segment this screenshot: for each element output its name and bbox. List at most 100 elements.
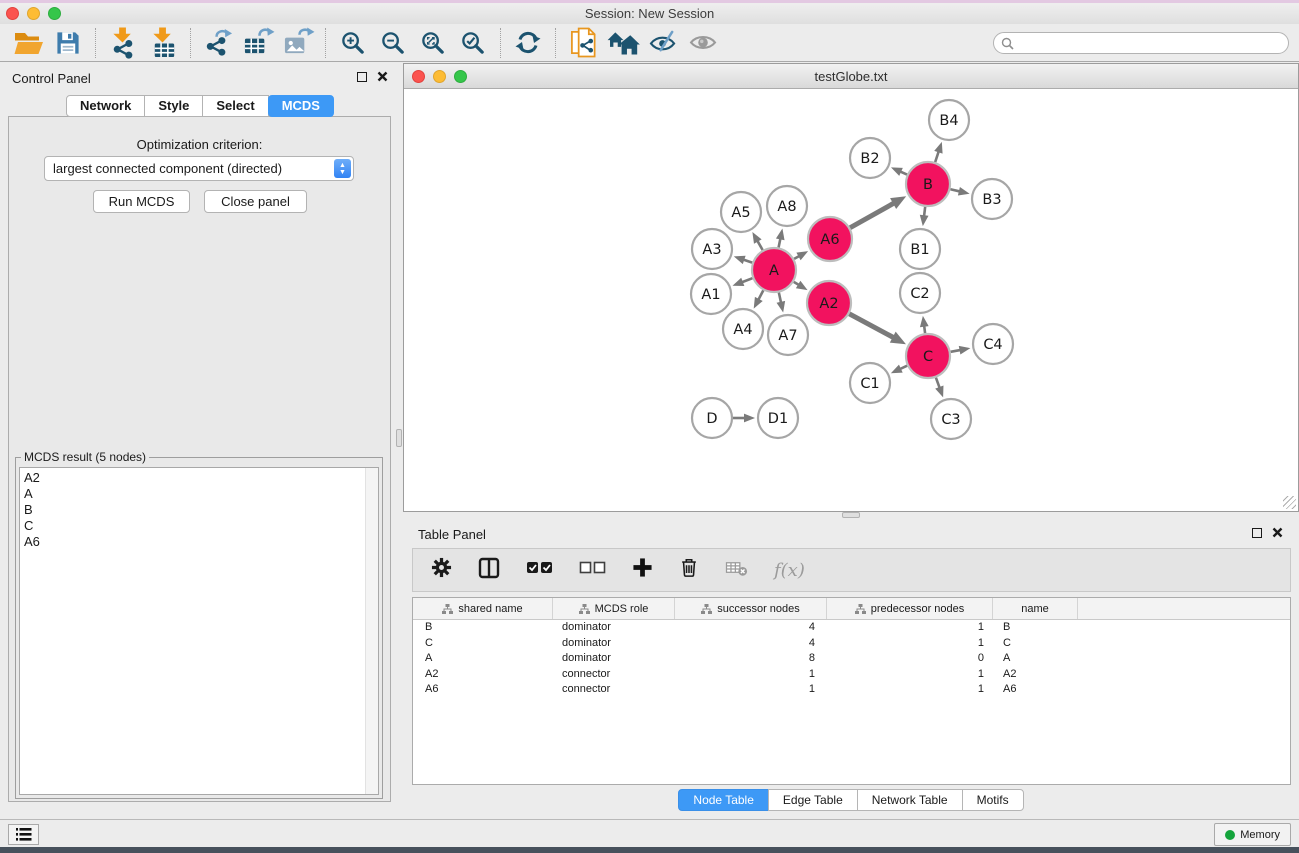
criterion-dropdown[interactable]: largest connected component (directed) ▲…	[44, 156, 354, 181]
split-columns-icon[interactable]	[478, 557, 500, 584]
table-cell[interactable]: 1	[827, 620, 993, 636]
resize-grip[interactable]	[1283, 496, 1296, 509]
table-cell[interactable]: 1	[827, 636, 993, 652]
graph-node-label: B2	[860, 151, 879, 167]
network-canvas[interactable]: B4B2BB3A5A8A6B1A3AA1C2A2A4A7C4CC1C3DD1	[404, 89, 1298, 511]
memory-button[interactable]: Memory	[1214, 823, 1291, 846]
delete-table-icon[interactable]	[725, 558, 748, 583]
tab-network[interactable]: Network	[66, 95, 145, 117]
table-cell[interactable]: 4	[675, 636, 827, 652]
table-cell[interactable]: dominator	[553, 620, 675, 636]
table-cell[interactable]: 1	[827, 682, 993, 698]
table-cell[interactable]: A6	[993, 682, 1078, 698]
result-list-item[interactable]: B	[20, 502, 378, 518]
settings-gear-icon[interactable]	[431, 557, 452, 583]
tab-node-table[interactable]: Node Table	[678, 789, 769, 811]
column-header-successor-nodes[interactable]: successor nodes	[675, 598, 827, 619]
table-cell[interactable]: connector	[553, 682, 675, 698]
function-builder-icon[interactable]: f(x)	[774, 560, 805, 581]
table-row[interactable]: Bdominator41B	[413, 620, 1290, 636]
search-input[interactable]	[1018, 36, 1288, 50]
column-header-predecessor-nodes[interactable]: predecessor nodes	[827, 598, 993, 619]
delete-column-icon[interactable]	[679, 556, 699, 584]
close-panel-icon[interactable]	[377, 71, 388, 82]
table-cell[interactable]: C	[993, 636, 1078, 652]
save-session-icon[interactable]	[48, 26, 88, 60]
table-cell[interactable]: A	[993, 651, 1078, 667]
export-network-icon[interactable]	[198, 26, 238, 60]
tab-style[interactable]: Style	[144, 95, 203, 117]
table-row[interactable]: Cdominator41C	[413, 636, 1290, 652]
float-table-panel-icon[interactable]	[1252, 528, 1262, 538]
import-table-icon[interactable]	[143, 26, 183, 60]
export-table-icon[interactable]	[238, 26, 278, 60]
close-table-panel-icon[interactable]	[1272, 527, 1283, 538]
refresh-icon[interactable]	[508, 26, 548, 60]
column-header-label: MCDS role	[595, 603, 649, 615]
run-mcds-button[interactable]: Run MCDS	[93, 190, 190, 213]
select-all-icon[interactable]	[526, 561, 553, 579]
tab-mcds[interactable]: MCDS	[268, 95, 334, 117]
table-cell[interactable]: 0	[827, 651, 993, 667]
home-icon[interactable]	[603, 26, 643, 60]
graph-node-label: A6	[820, 232, 839, 248]
table-cell[interactable]: A6	[413, 682, 553, 698]
zoom-fit-icon[interactable]	[413, 26, 453, 60]
result-list-item[interactable]: A6	[20, 534, 378, 550]
table-row[interactable]: A6connector11A6	[413, 682, 1290, 698]
table-cell[interactable]: dominator	[553, 651, 675, 667]
table-cell[interactable]: 1	[675, 667, 827, 683]
graph-edge-A6-B[interactable]	[850, 203, 895, 228]
search-field[interactable]	[993, 32, 1289, 54]
mcds-result-list: A2ABCA6	[19, 467, 379, 795]
table-cell[interactable]: A2	[413, 667, 553, 683]
column-header-shared-name[interactable]: shared name	[413, 598, 553, 619]
import-network-icon[interactable]	[103, 26, 143, 60]
export-image-icon[interactable]	[278, 26, 318, 60]
table-row[interactable]: A2connector11A2	[413, 667, 1290, 683]
table-cell[interactable]: 1	[675, 682, 827, 698]
graph-node-label: A8	[777, 199, 796, 215]
table-cell[interactable]: 1	[827, 667, 993, 683]
close-panel-button[interactable]: Close panel	[204, 190, 307, 213]
split-divider-vertical[interactable]	[396, 429, 402, 447]
graph-edge-arrow-icon	[891, 365, 903, 374]
column-header-name[interactable]: name	[993, 598, 1078, 619]
result-list-item[interactable]: A2	[20, 470, 378, 486]
column-namespace-icon	[442, 604, 453, 614]
result-scrollbar[interactable]	[365, 468, 378, 794]
zoom-in-icon[interactable]	[333, 26, 373, 60]
tab-motifs[interactable]: Motifs	[962, 789, 1024, 811]
table-row[interactable]: Adominator80A	[413, 651, 1290, 667]
table-cell[interactable]: C	[413, 636, 553, 652]
show-graphics-details-icon[interactable]	[683, 26, 723, 60]
task-history-button[interactable]	[8, 824, 39, 845]
table-cell[interactable]: 8	[675, 651, 827, 667]
table-cell[interactable]: dominator	[553, 636, 675, 652]
table-panel: Table Panel	[403, 518, 1299, 816]
graph-node-label: D1	[768, 411, 788, 427]
table-cell[interactable]: B	[993, 620, 1078, 636]
table-cell[interactable]: A	[413, 651, 553, 667]
graph-edge-A2-C[interactable]	[849, 314, 894, 338]
open-session-icon[interactable]	[8, 26, 48, 60]
column-header-MCDS-role[interactable]: MCDS role	[553, 598, 675, 619]
table-cell[interactable]: B	[413, 620, 553, 636]
zoom-selected-icon[interactable]	[453, 26, 493, 60]
zoom-out-icon[interactable]	[373, 26, 413, 60]
copy-network-view-icon[interactable]	[563, 26, 603, 60]
result-list-item[interactable]: C	[20, 518, 378, 534]
graph-node-label: A7	[778, 328, 797, 344]
table-cell[interactable]: A2	[993, 667, 1078, 683]
unselect-all-icon[interactable]	[579, 561, 606, 579]
float-panel-icon[interactable]	[357, 72, 367, 82]
hide-graphics-details-icon[interactable]	[643, 26, 683, 60]
result-list-item[interactable]: A	[20, 486, 378, 502]
table-cell[interactable]: 4	[675, 620, 827, 636]
window-title: Session: New Session	[0, 6, 1299, 21]
add-column-icon[interactable]	[632, 557, 653, 583]
tab-edge-table[interactable]: Edge Table	[768, 789, 858, 811]
tab-select[interactable]: Select	[202, 95, 268, 117]
table-cell[interactable]: connector	[553, 667, 675, 683]
tab-network-table[interactable]: Network Table	[857, 789, 963, 811]
